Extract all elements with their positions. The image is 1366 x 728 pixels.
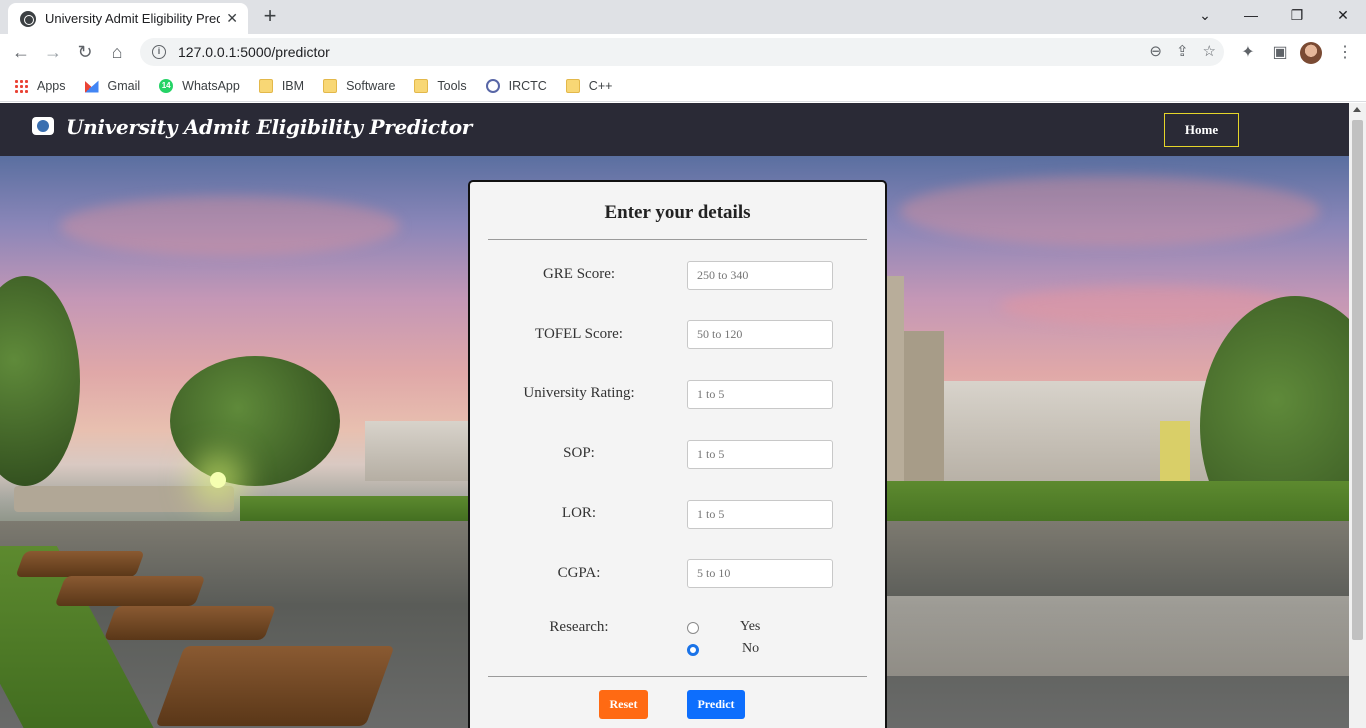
tab-search-icon[interactable]: ⌄ <box>1182 0 1228 30</box>
research-yes-label: Yes <box>740 619 761 634</box>
brand-title[interactable]: University Admit Eligibility Predictor <box>66 115 472 139</box>
gre-label: GRE Score: <box>542 266 616 282</box>
zoom-icon[interactable]: ⊖ <box>1149 42 1162 60</box>
punt-boat <box>155 646 395 726</box>
restore-button[interactable]: ❐ <box>1274 0 1320 30</box>
college-building <box>365 421 468 481</box>
bookmark-label: Apps <box>37 78 66 93</box>
irctc-icon <box>485 78 500 93</box>
punt-boat <box>54 576 206 606</box>
bookmark-irctc[interactable]: IRCTC <box>485 78 547 93</box>
details-form: Enter your details GRE Score: TOFEL Scor… <box>468 180 887 728</box>
gmail-icon <box>84 80 99 93</box>
chapel-tower <box>886 276 904 491</box>
bookmark-label: Tools <box>437 78 467 93</box>
reset-button[interactable]: Reset <box>599 690 648 719</box>
brand-logo-icon <box>32 117 54 135</box>
bookmark-apps[interactable]: Apps <box>14 78 66 93</box>
bookmark-label: Gmail <box>107 78 141 93</box>
bookmark-cpp[interactable]: C++ <box>565 78 613 93</box>
university-rating-label: University Rating: <box>523 385 635 401</box>
form-title: Enter your details <box>604 202 751 223</box>
new-tab-button[interactable]: + <box>258 5 282 29</box>
tofel-input[interactable] <box>687 320 833 349</box>
browser-toolbar: ← → ↻ ⌂ i 127.0.0.1:5000/predictor ⊖ ⇪ ☆… <box>0 34 1366 70</box>
research-yes-radio[interactable] <box>687 622 699 634</box>
college-building <box>940 381 1240 491</box>
bookmark-label: IRCTC <box>508 78 547 93</box>
lamp-light <box>210 472 226 488</box>
cgpa-input[interactable] <box>687 559 833 588</box>
bookmark-tools[interactable]: Tools <box>414 78 467 93</box>
browser-tab-strip: University Admit Eligibility Predic ✕ + … <box>0 0 1366 34</box>
whatsapp-icon: 14 <box>159 78 174 93</box>
bookmark-star-icon[interactable]: ☆ <box>1203 42 1216 60</box>
folder-icon <box>414 78 429 93</box>
minimize-button[interactable]: — <box>1228 0 1274 30</box>
chapel-wall <box>904 331 944 491</box>
home-button[interactable]: Home <box>1164 113 1239 147</box>
share-icon[interactable]: ⇪ <box>1176 42 1189 60</box>
bookmark-software[interactable]: Software <box>323 78 396 93</box>
research-no-radio[interactable] <box>687 644 699 656</box>
bookmark-label: Software <box>346 78 396 93</box>
tree <box>0 276 80 486</box>
cgpa-label: CGPA: <box>557 565 601 581</box>
tree <box>170 356 340 486</box>
bookmark-label: C++ <box>588 78 613 93</box>
scroll-up-arrow-icon[interactable] <box>1353 107 1361 112</box>
bookmark-whatsapp[interactable]: 14 WhatsApp <box>159 78 240 93</box>
bookmark-label: WhatsApp <box>182 78 240 93</box>
university-rating-input[interactable] <box>687 380 833 409</box>
profile-avatar[interactable] <box>1300 42 1322 64</box>
research-label: Research: <box>549 619 609 635</box>
folder-icon <box>258 78 273 93</box>
sop-label: SOP: <box>563 445 595 461</box>
site-navbar: University Admit Eligibility Predictor H… <box>0 103 1349 156</box>
stone-bridge <box>14 486 234 512</box>
web-page: University Admit Eligibility Predictor H… <box>0 103 1349 728</box>
bookmarks-bar: Apps Gmail 14 WhatsApp IBM Software Tools… <box>0 70 1366 102</box>
scrollbar-thumb[interactable] <box>1352 120 1363 640</box>
bookmark-ibm[interactable]: IBM <box>258 78 305 93</box>
forward-arrow-icon[interactable]: → <box>40 39 66 65</box>
predict-button[interactable]: Predict <box>687 690 745 719</box>
close-window-button[interactable]: ✕ <box>1320 0 1366 30</box>
gre-input[interactable] <box>687 261 833 290</box>
menu-kebab-icon[interactable]: ⋮ <box>1333 40 1357 64</box>
bookmark-label: IBM <box>281 78 305 93</box>
punt-boat <box>15 551 145 577</box>
globe-icon <box>20 10 36 27</box>
side-panel-icon[interactable]: ▣ <box>1268 40 1292 64</box>
research-no-label: No <box>742 641 760 656</box>
divider <box>488 239 867 240</box>
extensions-icon[interactable]: ✦ <box>1236 40 1260 64</box>
folder-icon <box>323 78 338 93</box>
site-info-icon[interactable]: i <box>152 45 166 59</box>
tofel-label: TOFEL Score: <box>535 326 623 342</box>
punt-boat <box>103 606 277 640</box>
home-icon[interactable]: ⌂ <box>104 39 130 65</box>
cloud <box>60 196 400 256</box>
lor-input[interactable] <box>687 500 833 529</box>
back-arrow-icon[interactable]: ← <box>8 39 34 65</box>
divider <box>488 676 867 677</box>
page-scrollbar[interactable] <box>1349 103 1366 728</box>
folder-icon <box>565 78 580 93</box>
tab-close-icon[interactable]: ✕ <box>226 10 238 27</box>
lit-doorway <box>1160 421 1190 481</box>
reflection <box>886 596 1349 676</box>
browser-tab[interactable]: University Admit Eligibility Predic ✕ <box>8 3 248 34</box>
bookmark-gmail[interactable]: Gmail <box>84 78 141 93</box>
lor-label: LOR: <box>561 505 597 521</box>
reload-icon[interactable]: ↻ <box>72 39 98 65</box>
url-text: 127.0.0.1:5000/predictor <box>178 44 330 60</box>
cloud <box>900 176 1320 246</box>
tab-title: University Admit Eligibility Predic <box>45 11 221 26</box>
apps-grid-icon <box>14 78 28 93</box>
address-bar[interactable]: i 127.0.0.1:5000/predictor ⊖ ⇪ ☆ <box>140 38 1224 66</box>
sop-input[interactable] <box>687 440 833 469</box>
